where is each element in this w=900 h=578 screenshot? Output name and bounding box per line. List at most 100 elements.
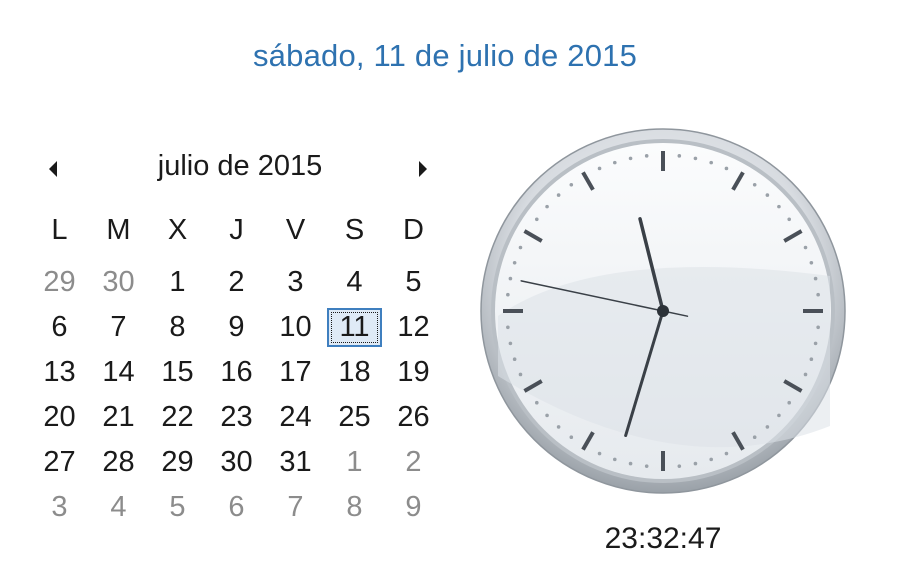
day-cell[interactable]: 4 (89, 485, 148, 530)
day-cell[interactable]: 12 (384, 305, 443, 350)
minute-dot (777, 413, 781, 418)
digital-time: 23:32:47 (604, 522, 722, 555)
minute-dot (597, 166, 602, 171)
minute-dot (709, 457, 714, 462)
day-cell[interactable]: 6 (30, 305, 89, 350)
day-cell[interactable]: 21 (89, 395, 148, 440)
minute-dot (508, 341, 513, 346)
weekday-label: M (106, 214, 131, 246)
day-cell[interactable]: 26 (384, 395, 443, 440)
minute-dot (787, 217, 792, 222)
day-cell[interactable]: 29 (30, 260, 89, 305)
next-month-button[interactable] (410, 156, 436, 182)
minute-dot (628, 461, 633, 466)
minute-dot (545, 413, 549, 418)
day-cell[interactable]: 2 (384, 440, 443, 485)
weekday-label: J (229, 214, 244, 246)
weekday-label: V (285, 214, 306, 246)
minute-dot (677, 154, 682, 158)
day-cell[interactable]: 23 (207, 395, 266, 440)
day-cell[interactable]: 10 (266, 305, 325, 350)
day-cell[interactable]: 24 (266, 395, 325, 440)
minute-dot (752, 182, 757, 187)
day-cell-selected[interactable]: 11 (327, 308, 382, 347)
day-cell[interactable]: 1 (148, 260, 207, 305)
minute-dot (506, 325, 510, 330)
weekday-header-row: L M X J V S D (30, 214, 443, 247)
day-cell[interactable]: 7 (89, 305, 148, 350)
minute-dot (709, 160, 714, 165)
day-cell[interactable]: 19 (384, 350, 443, 395)
day-cell[interactable]: 9 (384, 485, 443, 530)
day-cell[interactable]: 17 (266, 350, 325, 395)
minute-dot (644, 464, 649, 468)
minute-dot (534, 400, 539, 405)
minute-dot (569, 182, 574, 187)
minute-dot (724, 166, 729, 171)
minute-dot (677, 464, 682, 468)
day-cell[interactable]: 15 (148, 350, 207, 395)
minute-dot (556, 193, 561, 197)
minute-dot (545, 204, 549, 209)
triangle-left-icon (49, 161, 57, 177)
day-cell[interactable]: 3 (266, 260, 325, 305)
minute-dot (518, 245, 523, 250)
minute-dot (809, 260, 814, 265)
day-cell[interactable]: 5 (384, 260, 443, 305)
day-cell[interactable]: 14 (89, 350, 148, 395)
minute-dot (816, 292, 820, 297)
clock-face (480, 128, 846, 494)
day-cell[interactable]: 6 (207, 485, 266, 530)
day-cell[interactable]: 1 (325, 440, 384, 485)
minute-dot (556, 425, 561, 429)
minute-dot (644, 154, 649, 158)
weekday-label: L (51, 214, 68, 246)
day-cell[interactable]: 16 (207, 350, 266, 395)
day-cell[interactable]: 5 (148, 485, 207, 530)
minute-dot (777, 204, 781, 209)
full-date-header[interactable]: sábado, 11 de julio de 2015 (0, 38, 890, 74)
minute-dot (518, 372, 523, 377)
month-calendar: julio de 2015 L M X J V S D 29 30 1 2 3 4 5 6 7 8… (30, 140, 450, 560)
minute-dot (506, 292, 510, 297)
day-cell[interactable]: 28 (89, 440, 148, 485)
day-cell[interactable]: 25 (325, 395, 384, 440)
day-cell[interactable]: 8 (148, 305, 207, 350)
minute-dot (612, 457, 617, 462)
day-cell[interactable]: 18 (325, 350, 384, 395)
day-cell[interactable]: 3 (30, 485, 89, 530)
day-cell[interactable]: 30 (207, 440, 266, 485)
day-cell[interactable]: 27 (30, 440, 89, 485)
day-cell[interactable]: 4 (325, 260, 384, 305)
day-cell[interactable]: 20 (30, 395, 89, 440)
day-cell[interactable]: 31 (266, 440, 325, 485)
day-cell[interactable]: 30 (89, 260, 148, 305)
minute-dot (597, 451, 602, 456)
month-title[interactable]: julio de 2015 (90, 150, 390, 183)
day-cell[interactable]: 22 (148, 395, 207, 440)
previous-month-button[interactable] (40, 156, 66, 182)
day-cell[interactable]: 13 (30, 350, 89, 395)
day-cell[interactable]: 29 (148, 440, 207, 485)
minute-dot (803, 372, 808, 377)
triangle-right-icon (419, 161, 427, 177)
minute-dot (612, 160, 617, 165)
minute-dot (693, 156, 698, 161)
minute-dot (534, 217, 539, 222)
minute-dot (813, 276, 818, 281)
minute-dot (813, 341, 818, 346)
minute-dot (724, 451, 729, 456)
minute-dot (512, 357, 517, 362)
day-cell[interactable]: 9 (207, 305, 266, 350)
day-cell[interactable]: 8 (325, 485, 384, 530)
analog-clock (478, 126, 848, 496)
day-cell[interactable]: 2 (207, 260, 266, 305)
day-grid: 29 30 1 2 3 4 5 6 7 8 9 10 11 12 13 14 15 16 17 18 19 20 21 22 2… (30, 260, 443, 530)
minute-dot (628, 156, 633, 161)
minute-dot (809, 357, 814, 362)
day-cell[interactable]: 7 (266, 485, 325, 530)
weekday-label: X (167, 214, 188, 246)
weekday-label: D (403, 214, 424, 246)
minute-dot (765, 193, 770, 197)
minute-dot (569, 435, 574, 440)
